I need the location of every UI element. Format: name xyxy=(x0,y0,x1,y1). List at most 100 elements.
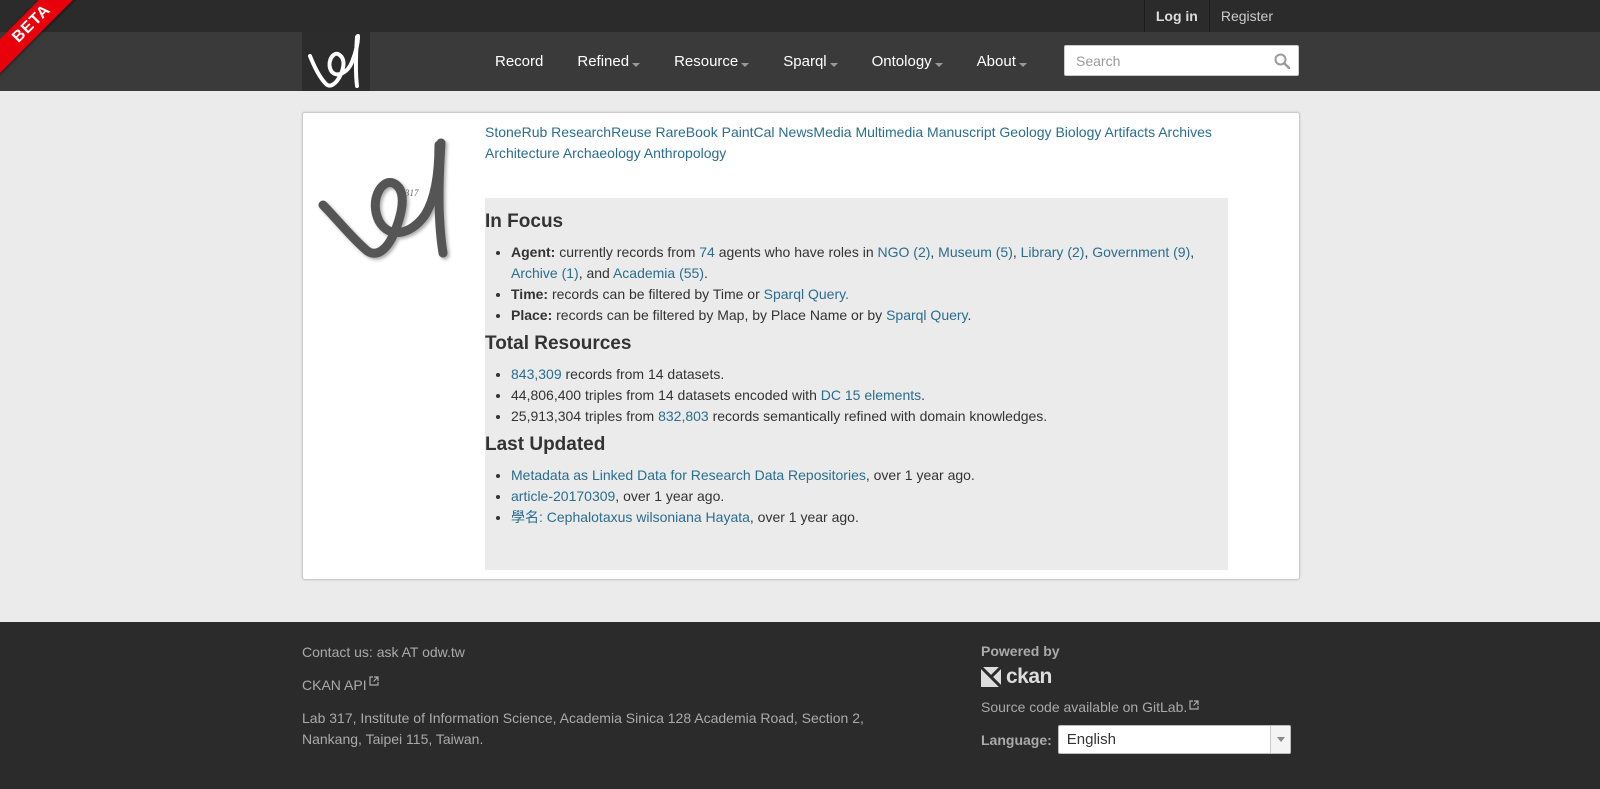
total-resources-heading: Total Resources xyxy=(485,333,632,354)
nav-record[interactable]: Record xyxy=(478,53,560,70)
focus-place-item: Place: records can be filtered by Map, b… xyxy=(511,305,1228,326)
caret-down-icon xyxy=(829,62,838,67)
category-manuscript[interactable]: Manuscript xyxy=(927,124,995,140)
agent-label: Agent: xyxy=(511,244,556,260)
role-ngo-link[interactable]: NGO (2) xyxy=(878,244,931,260)
site-logo[interactable] xyxy=(302,32,370,91)
role-museum-link[interactable]: Museum (5) xyxy=(938,244,1013,260)
category-artifacts[interactable]: Artifacts xyxy=(1105,124,1156,140)
refined-count-link[interactable]: 832,803 xyxy=(658,408,709,424)
triples-end: . xyxy=(921,387,926,403)
nav-about[interactable]: About xyxy=(960,53,1044,70)
nav-record-label: Record xyxy=(495,53,544,70)
nav-refined-label: Refined xyxy=(577,53,630,70)
ckan-api-link[interactable]: CKAN API xyxy=(302,675,922,696)
category-archaeology[interactable]: Archaeology xyxy=(563,145,641,161)
main-nav: Record Refined Resource Sparql Ontology … xyxy=(478,32,1044,91)
caret-down-icon xyxy=(632,62,641,67)
nav-about-label: About xyxy=(976,53,1016,70)
place-sparql-link[interactable]: Sparql Query xyxy=(886,307,967,323)
search-icon[interactable] xyxy=(1274,53,1290,69)
category-links: StoneRub ResearchReuse RareBook PaintCal… xyxy=(485,122,1215,164)
agent-text-1: currently records from xyxy=(555,244,700,260)
caret-down-icon xyxy=(934,62,943,67)
nav-sparql-label: Sparql xyxy=(783,53,827,70)
category-biology[interactable]: Biology xyxy=(1055,124,1101,140)
triples-text: 44,806,400 triples from 14 datasets enco… xyxy=(511,387,821,403)
address-text: Lab 317, Institute of Information Scienc… xyxy=(302,710,864,747)
dc-elements-link[interactable]: DC 15 elements xyxy=(821,387,921,403)
time-label: Time: xyxy=(511,286,549,302)
gitlab-link[interactable]: Source code available on GitLab. xyxy=(981,699,1301,715)
category-stonerub[interactable]: StoneRub xyxy=(485,124,547,140)
summary-panel: In Focus Agent: currently records from 7… xyxy=(485,198,1228,570)
focus-agent-item: Agent: currently records from 74 agents … xyxy=(511,242,1228,284)
updated-link[interactable]: Metadata as Linked Data for Research Dat… xyxy=(511,467,866,483)
nav-ontology[interactable]: Ontology xyxy=(855,53,960,70)
resources-list: 843,309 records from 14 datasets. 44,806… xyxy=(511,364,1228,427)
login-link[interactable]: Log in xyxy=(1143,0,1210,32)
updated-link[interactable]: 學名: Cephalotaxus wilsoniana Hayata xyxy=(511,509,750,525)
focus-time-item: Time: records can be filtered by Time or… xyxy=(511,284,1228,305)
in-focus-heading: In Focus xyxy=(485,211,564,232)
place-end: . xyxy=(967,307,972,323)
last-updated-heading: Last Updated xyxy=(485,434,606,455)
time-sparql-link[interactable]: Sparql Query. xyxy=(764,286,849,302)
search-box xyxy=(1064,45,1299,76)
updated-link[interactable]: article-20170309 xyxy=(511,488,615,504)
category-anthropology[interactable]: Anthropology xyxy=(644,145,727,161)
nav-refined[interactable]: Refined xyxy=(560,53,657,70)
language-selector: Language: English xyxy=(981,725,1301,754)
category-archives[interactable]: Archives xyxy=(1158,124,1212,140)
footer-info: Contact us: ask AT odw.tw CKAN API Lab 3… xyxy=(302,642,922,762)
role-library-link[interactable]: Library (2) xyxy=(1021,244,1085,260)
language-value: English xyxy=(1066,731,1116,748)
chevron-down-icon xyxy=(1269,726,1290,753)
records-text: records from 14 datasets. xyxy=(561,366,725,382)
updated-time: , over 1 year ago. xyxy=(749,509,859,525)
powered-by-label: Powered by xyxy=(981,643,1060,659)
resource-triples-item: 44,806,400 triples from 14 datasets enco… xyxy=(511,385,1228,406)
role-archive-link[interactable]: Archive (1) xyxy=(511,265,579,281)
nav-sparql[interactable]: Sparql xyxy=(766,53,854,70)
time-text: records can be filtered by Time or xyxy=(548,286,764,302)
agent-count-link[interactable]: 74 xyxy=(699,244,715,260)
ckan-icon xyxy=(981,667,1001,687)
nav-ontology-label: Ontology xyxy=(871,53,932,70)
nav-resource[interactable]: Resource xyxy=(657,53,766,70)
refined-end: records semantically refined with domain… xyxy=(708,408,1048,424)
odw-logo: 317 xyxy=(317,125,467,270)
agent-text-3: , and xyxy=(578,265,613,281)
updated-list: Metadata as Linked Data for Research Dat… xyxy=(511,465,1228,528)
records-count-link[interactable]: 843,309 xyxy=(511,366,562,382)
masthead: Record Refined Resource Sparql Ontology … xyxy=(0,32,1600,91)
category-rarebook[interactable]: RareBook xyxy=(655,124,717,140)
agent-text-2: agents who have roles in xyxy=(714,244,878,260)
role-government-link[interactable]: Government (9) xyxy=(1092,244,1190,260)
place-text: records can be filtered by Map, by Place… xyxy=(552,307,887,323)
resource-records-item: 843,309 records from 14 datasets. xyxy=(511,364,1228,385)
ckan-api-label: CKAN API xyxy=(302,677,367,693)
search-input[interactable] xyxy=(1065,46,1265,75)
category-newsmedia[interactable]: NewsMedia xyxy=(778,124,851,140)
role-academia-link[interactable]: Academia (55) xyxy=(613,265,704,281)
updated-item: Metadata as Linked Data for Research Dat… xyxy=(511,465,1228,486)
caret-down-icon xyxy=(741,62,750,67)
logo-317-text: 317 xyxy=(404,188,419,198)
category-paintcal[interactable]: PaintCal xyxy=(722,124,775,140)
category-geology[interactable]: Geology xyxy=(999,124,1051,140)
footer-meta: Powered by ckan Source code available on… xyxy=(981,642,1301,754)
updated-item: article-20170309, over 1 year ago. xyxy=(511,486,1228,507)
updated-item: 學名: Cephalotaxus wilsoniana Hayata, over… xyxy=(511,507,1228,528)
register-link[interactable]: Register xyxy=(1210,0,1284,32)
account-links: Log in Register xyxy=(1143,0,1284,32)
place-label: Place: xyxy=(511,307,553,323)
category-multimedia[interactable]: Multimedia xyxy=(855,124,923,140)
category-researchreuse[interactable]: ResearchReuse xyxy=(551,124,651,140)
updated-time: , over 1 year ago. xyxy=(615,488,725,504)
ckan-logo[interactable]: ckan xyxy=(981,665,1301,689)
caret-down-icon xyxy=(1018,62,1027,67)
language-select[interactable]: English xyxy=(1057,725,1291,754)
category-architecture[interactable]: Architecture xyxy=(485,145,560,161)
logo-icon xyxy=(308,34,360,88)
